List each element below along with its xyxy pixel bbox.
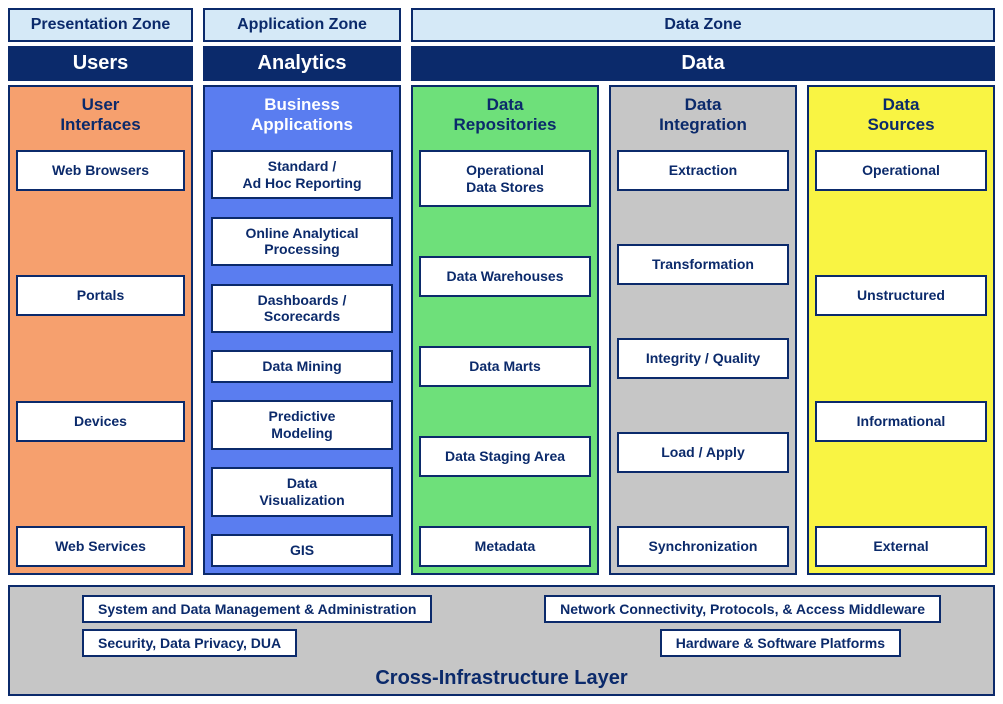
column-header: DataRepositories xyxy=(413,87,597,144)
column-header-text: DataSources xyxy=(867,95,934,134)
footer-system-data-mgmt: System and Data Management & Administrat… xyxy=(82,595,432,623)
item-integrity-quality: Integrity / Quality xyxy=(617,338,789,379)
zone-presentation: Presentation Zone xyxy=(8,8,193,42)
column-header: DataSources xyxy=(809,87,993,144)
footer-title: Cross-Infrastructure Layer xyxy=(22,663,981,690)
item-operational: Operational xyxy=(815,150,987,191)
item-external: External xyxy=(815,526,987,567)
footer-network-connectivity: Network Connectivity, Protocols, & Acces… xyxy=(544,595,941,623)
title-data: Data xyxy=(411,46,995,81)
item-operational-data-stores: OperationalData Stores xyxy=(419,150,591,208)
title-users: Users xyxy=(8,46,193,81)
column-data-integration: DataIntegration Extraction Transformatio… xyxy=(609,85,797,575)
column-user-interfaces: UserInterfaces Web Browsers Portals Devi… xyxy=(8,85,193,575)
item-portals: Portals xyxy=(16,275,185,316)
item-olap: Online AnalyticalProcessing xyxy=(211,217,393,267)
item-predictive-modeling: PredictiveModeling xyxy=(211,400,393,450)
column-header: DataIntegration xyxy=(611,87,795,144)
item-informational: Informational xyxy=(815,401,987,442)
zone-data: Data Zone xyxy=(411,8,995,42)
column-header-text: DataIntegration xyxy=(659,95,747,134)
item-dashboards: Dashboards /Scorecards xyxy=(211,284,393,334)
item-standard-reporting: Standard /Ad Hoc Reporting xyxy=(211,150,393,200)
zone-application: Application Zone xyxy=(203,8,401,42)
item-data-visualization: DataVisualization xyxy=(211,467,393,517)
item-web-services: Web Services xyxy=(16,526,185,567)
item-devices: Devices xyxy=(16,401,185,442)
footer-hw-sw-platforms: Hardware & Software Platforms xyxy=(660,629,901,657)
column-header-text: UserInterfaces xyxy=(60,95,140,134)
column-data-sources: DataSources Operational Unstructured Inf… xyxy=(807,85,995,575)
item-web-browsers: Web Browsers xyxy=(16,150,185,191)
column-header-text: DataRepositories xyxy=(454,95,557,134)
item-synchronization: Synchronization xyxy=(617,526,789,567)
item-extraction: Extraction xyxy=(617,150,789,191)
item-load-apply: Load / Apply xyxy=(617,432,789,473)
item-data-staging-area: Data Staging Area xyxy=(419,436,591,477)
item-data-warehouses: Data Warehouses xyxy=(419,256,591,297)
footer-security-privacy: Security, Data Privacy, DUA xyxy=(82,629,297,657)
item-metadata: Metadata xyxy=(419,526,591,567)
column-data-repositories: DataRepositories OperationalData Stores … xyxy=(411,85,599,575)
item-gis: GIS xyxy=(211,534,393,567)
column-header-text: BusinessApplications xyxy=(251,95,353,134)
column-header: BusinessApplications xyxy=(205,87,399,144)
column-header: UserInterfaces xyxy=(10,87,191,144)
item-data-mining: Data Mining xyxy=(211,350,393,383)
item-unstructured: Unstructured xyxy=(815,275,987,316)
item-transformation: Transformation xyxy=(617,244,789,285)
item-data-marts: Data Marts xyxy=(419,346,591,387)
column-business-applications: BusinessApplications Standard /Ad Hoc Re… xyxy=(203,85,401,575)
cross-infrastructure-layer: System and Data Management & Administrat… xyxy=(8,585,995,696)
title-analytics: Analytics xyxy=(203,46,401,81)
